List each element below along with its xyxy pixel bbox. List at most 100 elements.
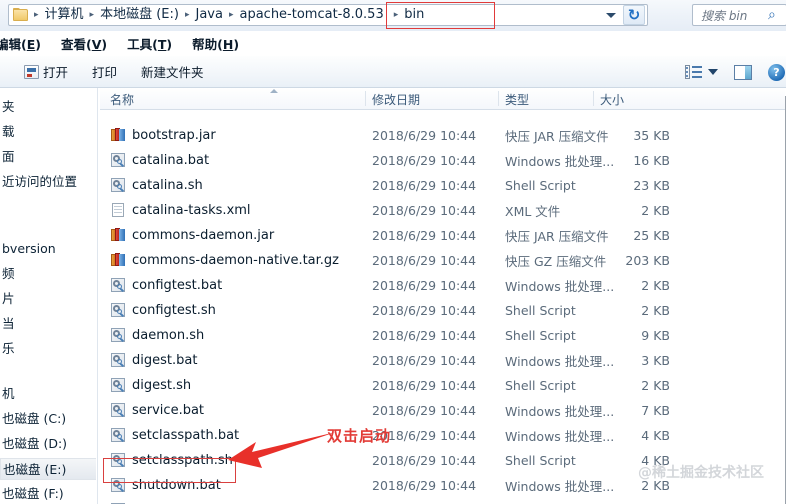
address-dropdown-button[interactable] xyxy=(601,5,621,25)
file-name-cell[interactable]: configtest.bat xyxy=(110,277,222,293)
refresh-button[interactable]: ↻ xyxy=(623,5,645,25)
menu-item-tools-label: 工具 xyxy=(127,37,153,52)
address-bar[interactable]: ▸ 计算机 ▸ 本地磁盘 (E:) ▸ Java ▸ apache-tomcat… xyxy=(8,4,648,26)
table-row[interactable]: setclasspath.sh 2018/6/29 10:44 Shell Scri… xyxy=(100,447,785,473)
open-button[interactable]: 打开 xyxy=(24,62,68,81)
toolbar-right-group: ? xyxy=(685,56,787,88)
file-name-cell[interactable]: bootstrap.jar xyxy=(110,127,216,143)
file-name-cell[interactable]: commons-daemon.jar xyxy=(110,227,274,243)
table-row[interactable]: digest.sh 2018/6/29 10:44 Shell Script 2 KB xyxy=(100,372,785,398)
file-name-cell[interactable]: setclasspath.bat xyxy=(110,427,239,443)
breadcrumb-tomcat[interactable]: apache-tomcat-8.0.53 xyxy=(236,5,386,25)
sidebar-item-label: 面 xyxy=(2,149,15,164)
file-type: Windows 批处理... xyxy=(505,278,615,294)
file-size: 2 KB xyxy=(641,477,670,493)
table-row[interactable]: configtest.sh 2018/6/29 10:44 Shell Script… xyxy=(100,297,785,323)
breadcrumb-separator-3: ▸ xyxy=(228,10,234,20)
table-row[interactable]: bootstrap.jar 2018/6/29 10:44 快压 JAR 压缩文件 3… xyxy=(100,122,785,148)
file-name: catalina.sh xyxy=(132,177,203,193)
sidebar-item[interactable]: 载 xyxy=(0,121,96,143)
file-name-cell[interactable]: daemon.sh xyxy=(110,327,204,343)
help-icon[interactable]: ? xyxy=(768,63,785,81)
column-divider-1[interactable] xyxy=(365,91,366,106)
menu-item-view-label: 查看 xyxy=(61,37,87,52)
menu-item-help-accel: H xyxy=(222,37,234,52)
sidebar-item[interactable]: 夹 xyxy=(0,96,96,118)
sidebar-item[interactable]: 面 xyxy=(0,146,96,168)
file-name-cell[interactable]: commons-daemon-native.tar.gz xyxy=(110,252,339,268)
search-box[interactable]: 搜索 bin ⌕ xyxy=(692,4,787,26)
breadcrumb-bin[interactable]: bin xyxy=(401,5,427,25)
menu-item-view[interactable]: 查看(V) xyxy=(61,34,107,53)
file-name: catalina.bat xyxy=(132,152,210,168)
file-name-cell[interactable]: catalina.bat xyxy=(110,152,209,168)
file-name-cell[interactable]: setclasspath.sh xyxy=(110,452,233,468)
menu-item-edit[interactable]: 编辑(E) xyxy=(0,34,41,53)
sidebar-item[interactable]: 当 xyxy=(0,313,96,335)
search-input[interactable]: 搜索 bin xyxy=(701,7,747,24)
column-header-size[interactable]: 大小 xyxy=(600,91,624,108)
breadcrumb-computer[interactable]: 计算机 xyxy=(42,5,87,25)
file-name-cell[interactable]: catalina-tasks.xml xyxy=(110,202,251,218)
table-row[interactable]: digest.bat 2018/6/29 10:44 Windows 批处理... 3… xyxy=(100,347,785,373)
sidebar-item[interactable]: 乐 xyxy=(0,338,96,360)
file-size: 2 KB xyxy=(641,277,670,293)
file-name: service.bat xyxy=(132,402,205,418)
archive-icon xyxy=(110,127,126,143)
chevron-down-icon[interactable] xyxy=(708,69,718,75)
table-row[interactable]: daemon.sh 2018/6/29 10:44 Shell Script 9 KB xyxy=(100,322,785,348)
file-name-cell[interactable]: configtest.sh xyxy=(110,302,216,318)
column-header-date-modified[interactable]: 修改日期 xyxy=(372,91,420,108)
column-header-type[interactable]: 类型 xyxy=(505,91,529,108)
new-folder-button[interactable]: 新建文件夹 xyxy=(141,62,204,81)
table-row[interactable]: catalina-tasks.xml 2018/6/29 10:44 XML 文件 2… xyxy=(100,197,785,223)
archive-icon xyxy=(110,227,126,243)
preview-pane-icon[interactable] xyxy=(734,64,752,80)
table-row[interactable]: shutdown.bat 2018/6/29 10:44 Windows 批处理..… xyxy=(100,472,785,498)
file-date-modified: 2018/6/29 10:44 xyxy=(372,352,477,368)
table-row[interactable]: configtest.bat 2018/6/29 10:44 Windows 批处理… xyxy=(100,272,785,298)
column-header-name[interactable]: 名称 xyxy=(110,91,134,108)
sidebar-item[interactable]: 近访问的位置 xyxy=(0,171,96,193)
table-row[interactable]: catalina.sh 2018/6/29 10:44 Shell Script 23… xyxy=(100,172,785,198)
table-row[interactable]: commons-daemon-native.tar.gz 2018/6/29 10… xyxy=(100,247,785,273)
sidebar-item[interactable]: 机 xyxy=(0,383,96,405)
table-row[interactable]: shutdown.sh2018/6/29 10:44Shell Script2 … xyxy=(100,497,785,504)
table-row[interactable]: catalina.bat 2018/6/29 10:44 Windows 批处理..… xyxy=(100,147,785,173)
file-name: configtest.sh xyxy=(132,302,216,318)
script-icon xyxy=(110,402,126,418)
sidebar-item[interactable]: 也磁盘 (D:) xyxy=(0,433,96,455)
file-type: 快压 JAR 压缩文件 xyxy=(505,128,609,144)
table-row[interactable]: setclasspath.bat 2018/6/29 10:44 Windows 批… xyxy=(100,422,785,448)
script-icon xyxy=(110,302,126,318)
file-name-cell[interactable]: shutdown.bat xyxy=(110,477,221,493)
sidebar-item[interactable]: bversion xyxy=(0,238,96,260)
sidebar-item-label: 也磁盘 (F:) xyxy=(2,486,64,501)
sidebar-item[interactable]: 片 xyxy=(0,288,96,310)
file-date-modified: 2018/6/29 10:44 xyxy=(372,477,477,493)
sidebar-item[interactable]: 也磁盘 (E:) xyxy=(0,458,96,480)
file-name: configtest.bat xyxy=(132,277,223,293)
menu-item-tools[interactable]: 工具(T) xyxy=(127,34,172,53)
file-date-modified: 2018/6/29 10:44 xyxy=(372,227,477,243)
breadcrumb-java[interactable]: Java xyxy=(192,5,225,25)
sidebar-item[interactable]: 频 xyxy=(0,263,96,285)
view-options-icon[interactable] xyxy=(685,65,702,79)
file-name-cell[interactable]: digest.sh xyxy=(110,377,191,393)
breadcrumb-drive-e[interactable]: 本地磁盘 (E:) xyxy=(97,5,182,25)
file-name-cell[interactable]: digest.bat xyxy=(110,352,197,368)
print-button-label: 打印 xyxy=(92,65,118,80)
file-name-cell[interactable]: catalina.sh xyxy=(110,177,203,193)
navigation-pane: 夹载面近访问的位置 bversion 频片当乐机也磁盘 (C:) 也磁盘 (D:) 也磁… xyxy=(0,88,98,504)
print-button[interactable]: 打印 xyxy=(92,62,117,81)
table-row[interactable]: commons-daemon.jar 2018/6/29 10:44 快压 JAR … xyxy=(100,222,785,248)
column-divider-3[interactable] xyxy=(593,91,594,106)
file-name-cell[interactable]: service.bat xyxy=(110,402,204,418)
sidebar-item[interactable]: 也磁盘 (F:) xyxy=(0,483,96,504)
menu-item-help[interactable]: 帮助(H) xyxy=(192,34,239,53)
file-size: 203 KB xyxy=(625,252,670,268)
sidebar-item[interactable]: 也磁盘 (C:) xyxy=(0,408,96,430)
table-row[interactable]: service.bat 2018/6/29 10:44 Windows 批处理...… xyxy=(100,397,785,423)
file-name: commons-daemon-native.tar.gz xyxy=(132,252,340,268)
column-divider-2[interactable] xyxy=(498,91,499,106)
